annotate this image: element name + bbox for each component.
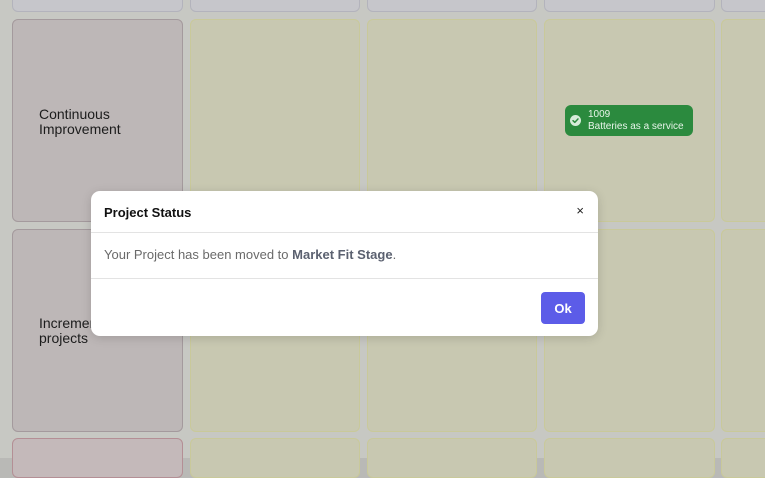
board-cell[interactable] <box>190 438 360 478</box>
project-status-dialog: Project Status × Your Project has been m… <box>91 191 598 336</box>
dialog-title: Project Status <box>104 205 192 220</box>
dialog-header: Project Status × <box>91 191 598 233</box>
check-circle-icon <box>570 115 581 126</box>
close-icon[interactable]: × <box>576 204 584 217</box>
board-cell[interactable] <box>721 438 765 478</box>
message-suffix: . <box>392 247 397 262</box>
board-cell[interactable] <box>544 438 715 478</box>
dialog-divider <box>91 278 598 279</box>
board-cell[interactable] <box>367 0 537 12</box>
board-cell[interactable] <box>190 0 360 12</box>
project-card[interactable]: 1009 Batteries as a service <box>565 105 693 136</box>
project-name: Batteries as a service <box>588 121 684 132</box>
row-header-cell <box>12 0 183 12</box>
row-label-continuous-improvement: Continuous Improvement <box>39 106 121 137</box>
stage-name: Market Fit Stage <box>292 247 393 262</box>
dialog-message: Your Project has been moved to Market Fi… <box>104 247 396 262</box>
ok-button[interactable]: Ok <box>541 292 585 324</box>
board-cell[interactable] <box>721 229 765 432</box>
row-header-cell <box>12 438 183 478</box>
board-cell[interactable] <box>721 0 765 12</box>
message-prefix: Your Project has been moved to <box>104 247 293 262</box>
board-cell[interactable] <box>721 19 765 222</box>
project-id: 1009 <box>588 109 611 120</box>
board-cell[interactable] <box>544 0 715 12</box>
board-cell[interactable] <box>367 438 537 478</box>
